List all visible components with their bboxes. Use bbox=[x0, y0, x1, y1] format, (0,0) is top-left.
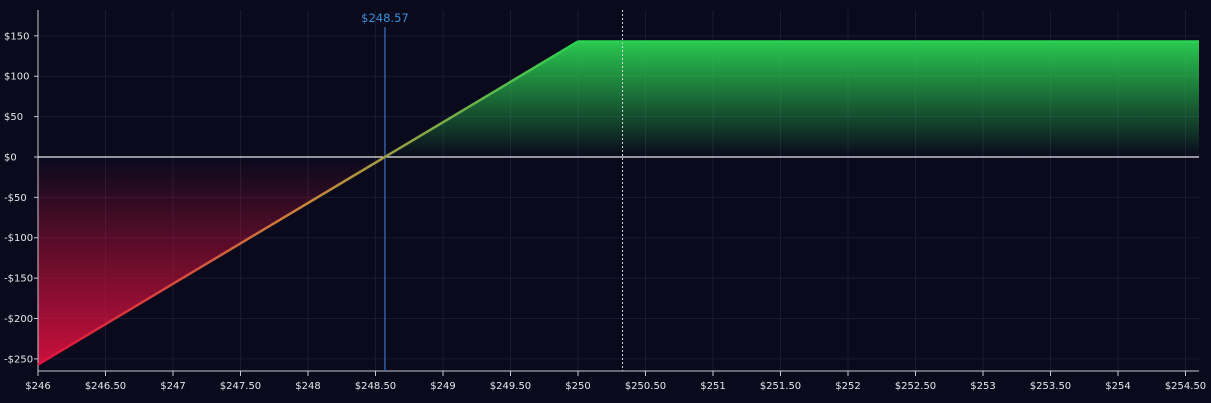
x-tick-label: $252.50 bbox=[895, 381, 936, 392]
breakeven-label: $248.57 bbox=[361, 11, 409, 25]
x-tick-label: $249 bbox=[430, 381, 455, 392]
y-tick-label: -$200 bbox=[4, 314, 33, 325]
x-tick-label: $251 bbox=[700, 381, 725, 392]
y-tick-label: $150 bbox=[4, 31, 29, 42]
y-tick-label: $100 bbox=[4, 72, 29, 83]
x-tick-label: $253.50 bbox=[1030, 381, 1071, 392]
x-tick-label: $251.50 bbox=[760, 381, 801, 392]
x-tick-label: $250.50 bbox=[625, 381, 666, 392]
x-tick-label: $253 bbox=[970, 381, 995, 392]
x-tick-label: $249.50 bbox=[490, 381, 531, 392]
payoff-chart: $248.57 $246 $246.50 $247 $247.50 $248 $248.5… bbox=[4, 10, 1206, 392]
y-axis-ticks: $150 $100 $50 $0 -$50 -$100 -$150 -$200 -$250 bbox=[4, 31, 38, 365]
y-tick-label: $50 bbox=[4, 112, 23, 123]
x-tick-label: $248 bbox=[295, 381, 320, 392]
x-axis-ticks: $246 $246.50 $247 $247.50 $248 $248.50 $249 $24… bbox=[25, 371, 1206, 392]
x-tick-label: $246.50 bbox=[85, 381, 126, 392]
y-tick-label: -$250 bbox=[4, 354, 33, 365]
x-tick-label: $246 bbox=[25, 381, 50, 392]
x-tick-label: $252 bbox=[835, 381, 860, 392]
x-tick-label: $250 bbox=[565, 381, 590, 392]
y-tick-label: $0 bbox=[4, 152, 17, 163]
y-tick-label: -$150 bbox=[4, 274, 33, 285]
y-tick-label: -$100 bbox=[4, 233, 33, 244]
payoff-fills bbox=[38, 41, 1199, 365]
x-tick-label: $248.50 bbox=[355, 381, 396, 392]
y-tick-label: -$50 bbox=[4, 193, 27, 204]
x-tick-label: $247 bbox=[160, 381, 185, 392]
profit-area bbox=[384, 41, 1199, 157]
x-tick-label: $247.50 bbox=[220, 381, 261, 392]
x-tick-label: $254.50 bbox=[1165, 381, 1206, 392]
x-tick-label: $254 bbox=[1105, 381, 1130, 392]
